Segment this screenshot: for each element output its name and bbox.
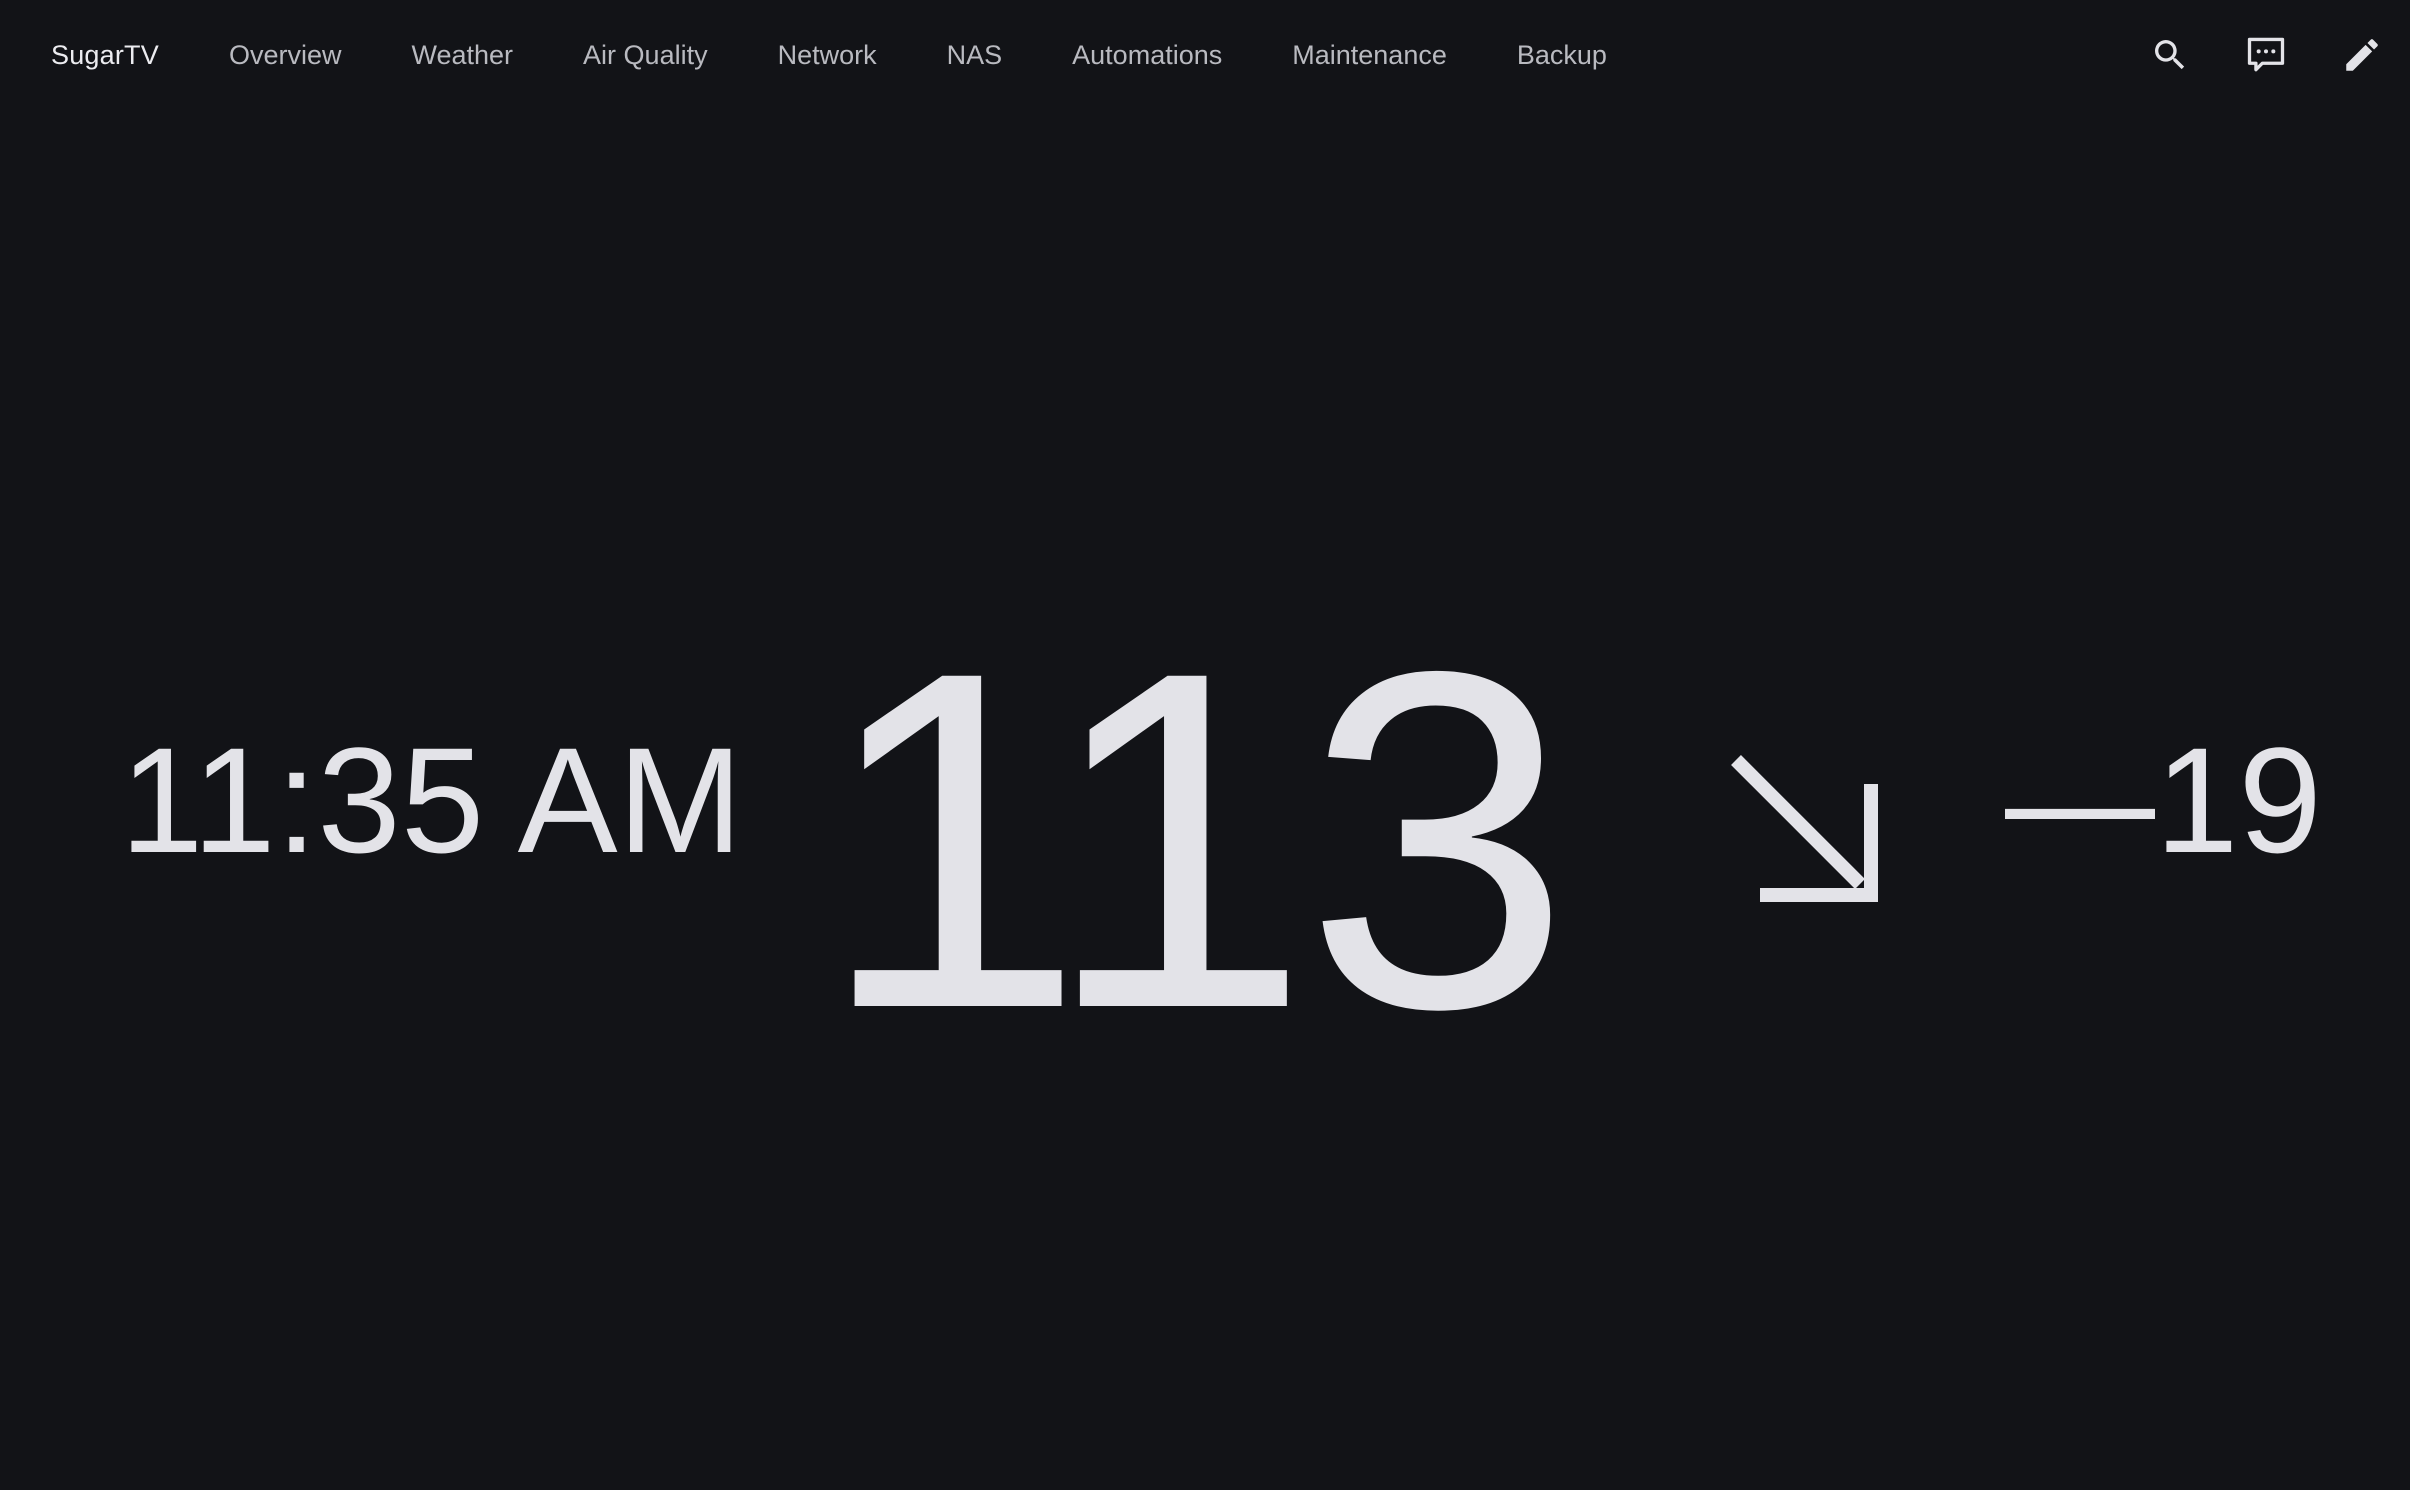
search-icon bbox=[2155, 40, 2185, 70]
tab-maintenance[interactable]: Maintenance bbox=[1292, 40, 1447, 71]
reading-time: 11:35 AM bbox=[120, 716, 743, 884]
tab-air-quality[interactable]: Air Quality bbox=[583, 40, 708, 71]
top-app-bar: SugarTV Overview Weather Air Quality Net… bbox=[0, 0, 2410, 110]
arrow-down-right-icon bbox=[1731, 755, 1878, 902]
tab-nas[interactable]: NAS bbox=[947, 40, 1003, 71]
tab-network[interactable]: Network bbox=[778, 40, 877, 71]
chat-button[interactable] bbox=[2218, 7, 2314, 103]
tab-weather[interactable]: Weather bbox=[411, 40, 513, 71]
search-button[interactable] bbox=[2122, 7, 2218, 103]
edit-button[interactable] bbox=[2314, 7, 2410, 103]
glucose-display: 11:35 AM 113 —19 bbox=[0, 110, 2410, 1490]
nav-tabs: Overview Weather Air Quality Network NAS… bbox=[229, 40, 1677, 71]
app-brand[interactable]: SugarTV bbox=[51, 40, 159, 71]
tab-backup[interactable]: Backup bbox=[1517, 40, 1607, 71]
toolbar-actions bbox=[2122, 0, 2410, 110]
tab-automations[interactable]: Automations bbox=[1072, 40, 1222, 71]
glucose-value: 113 bbox=[818, 571, 1571, 1108]
tab-overview[interactable]: Overview bbox=[229, 40, 342, 71]
pencil-icon bbox=[2346, 39, 2378, 71]
glucose-delta: —19 bbox=[2005, 716, 2322, 884]
chat-icon bbox=[2247, 37, 2285, 72]
